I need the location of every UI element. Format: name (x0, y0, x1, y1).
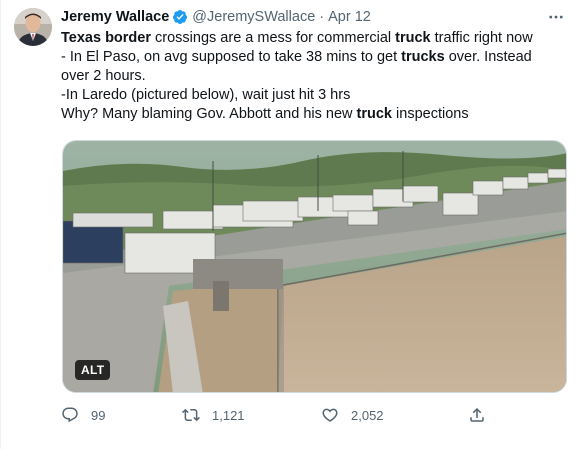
verified-badge-icon (172, 9, 188, 25)
like-icon (321, 406, 339, 424)
like-button[interactable]: 2,052 (321, 404, 384, 426)
author-handle[interactable]: @JeremySWallace (192, 9, 315, 25)
reply-button[interactable]: 99 (61, 404, 105, 426)
tweet-photo[interactable]: ALT (62, 140, 567, 393)
tweet-text-line: Why? Many blaming Gov. Abbott and his ne… (61, 105, 576, 124)
tweet-date[interactable]: Apr 12 (328, 9, 371, 25)
share-icon (468, 406, 486, 424)
tweet-text-segment: traffic right now (430, 30, 533, 46)
tweet-text-line: -In Laredo (pictured below), wait just h… (61, 86, 576, 105)
tweet-card[interactable]: Jeremy Wallace @JeremySWallace · Apr 12 … (0, 0, 587, 449)
like-count: 2,052 (351, 407, 384, 423)
tweet-text-line: - In El Paso, on avg supposed to take 38… (61, 48, 576, 67)
alt-text-badge[interactable]: ALT (75, 360, 111, 380)
highlighted-keyword: truck (395, 30, 431, 46)
tweet-text-line: Texas border crossings are a mess for co… (61, 29, 576, 48)
tweet-actions: 99 1,121 2,052 (61, 404, 491, 426)
more-options-icon[interactable] (546, 8, 566, 26)
tweet-text-segment: inspections (392, 106, 469, 122)
reply-icon (61, 406, 79, 424)
author-name[interactable]: Jeremy Wallace (61, 9, 169, 25)
avatar[interactable] (14, 8, 52, 46)
border-truck-traffic-photo (63, 141, 566, 392)
tweet-text: Texas border crossings are a mess for co… (61, 29, 576, 124)
retweet-button[interactable]: 1,121 (182, 404, 245, 426)
highlighted-keyword: Texas border (61, 30, 151, 46)
tweet-header: Jeremy Wallace @JeremySWallace · Apr 12 (61, 8, 371, 26)
retweet-icon (182, 406, 200, 424)
tweet-text-segment: -In Laredo (pictured below), wait just h… (61, 87, 351, 103)
tweet-text-segment: - In El Paso, on avg supposed to take 38… (61, 49, 402, 65)
tweet-text-segment: crossings are a mess for commercial (151, 30, 396, 46)
tweet-text-segment: Why? Many blaming Gov. Abbott and his ne… (61, 106, 357, 122)
tweet-text-segment: over 2 hours. (61, 68, 146, 84)
tweet-text-segment: over. Instead (444, 49, 532, 65)
reply-count: 99 (91, 407, 106, 423)
tweet-text-line: over 2 hours. (61, 67, 576, 86)
retweet-count: 1,121 (212, 407, 245, 423)
share-button[interactable] (468, 404, 486, 426)
header-separator: · (319, 9, 325, 25)
highlighted-keyword: trucks (401, 49, 445, 65)
highlighted-keyword: truck (356, 106, 392, 122)
